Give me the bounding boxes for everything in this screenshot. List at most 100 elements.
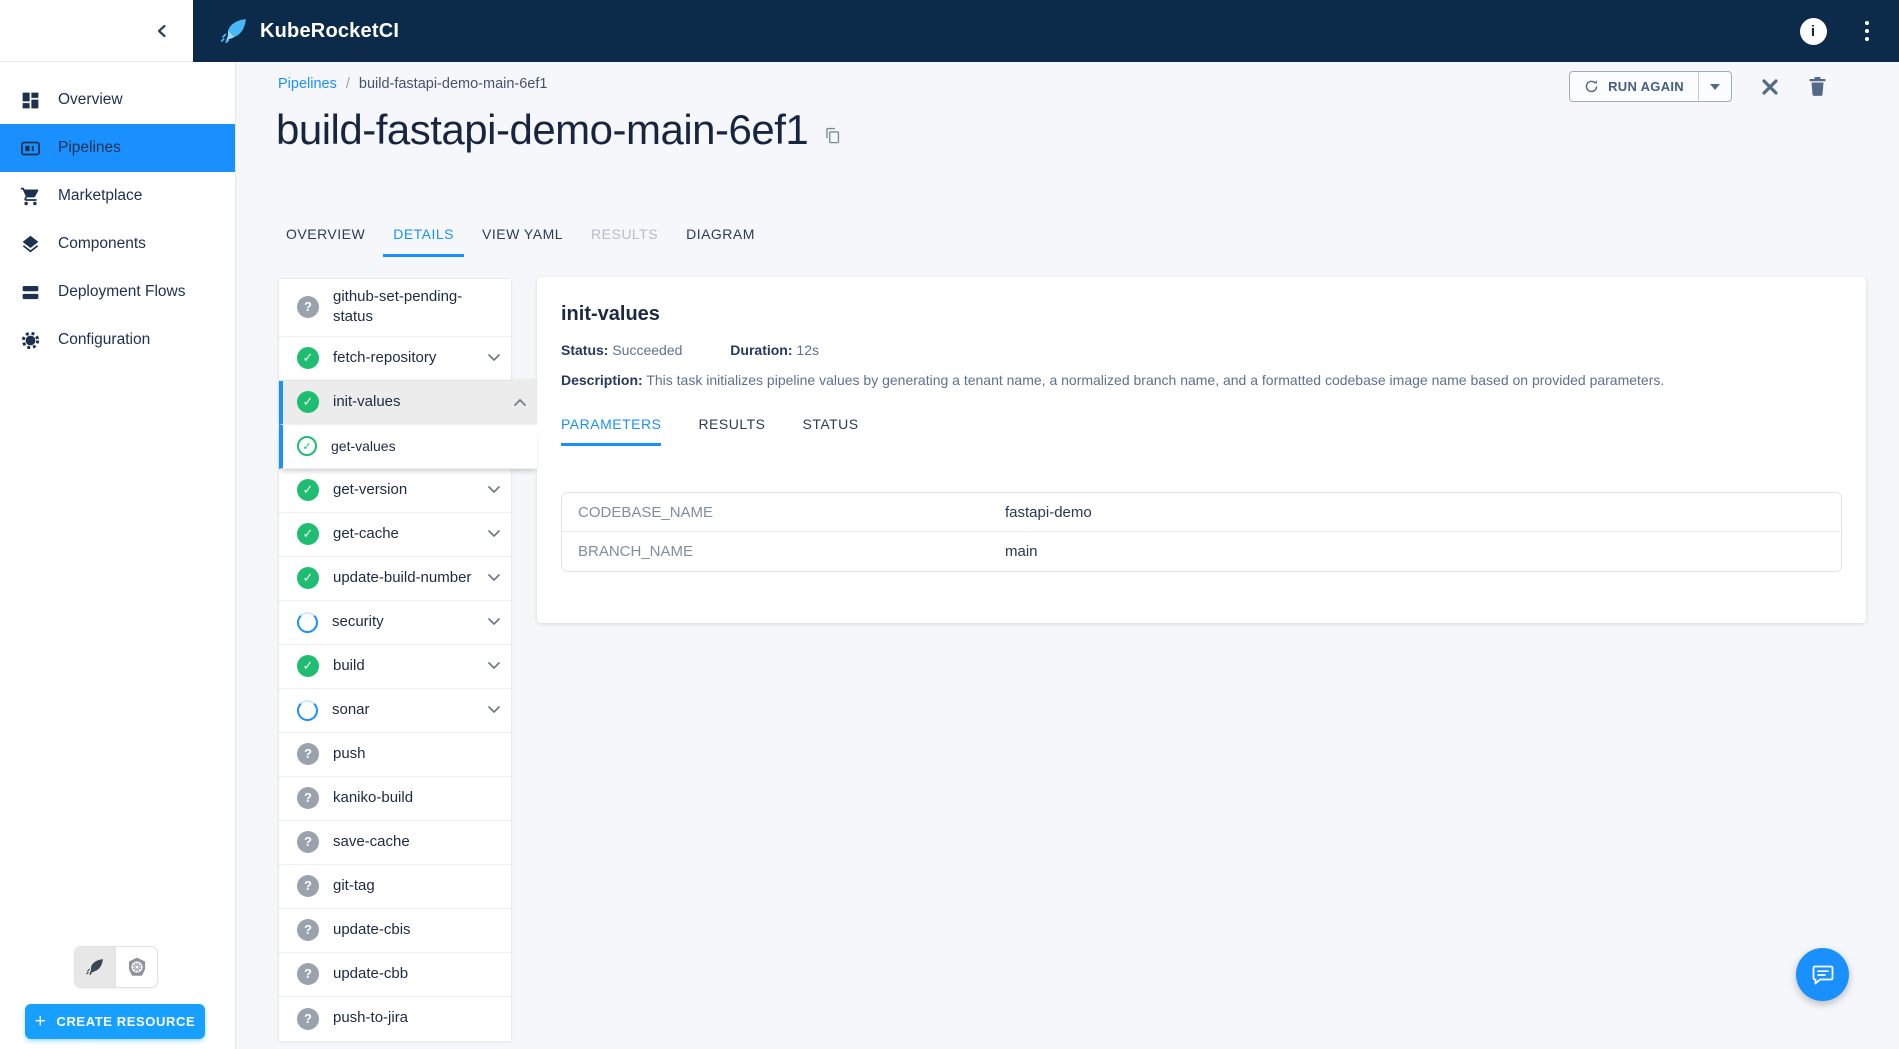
duration-value: 12s [796, 342, 819, 358]
parameter-row: CODEBASE_NAME fastapi-demo [562, 493, 1841, 532]
chevron-icon[interactable] [514, 398, 526, 406]
copy-icon [823, 126, 842, 145]
task-row[interactable]: update-cbb [279, 953, 511, 997]
task-row[interactable]: update-cbis [279, 909, 511, 953]
chevron-icon[interactable] [488, 706, 500, 714]
task-detail-title: init-values [561, 303, 1842, 326]
task-status-icon [297, 479, 319, 501]
view-toggle [74, 946, 158, 988]
tab-label: STATUS [802, 416, 858, 432]
parameter-name: BRANCH_NAME [578, 543, 1005, 560]
parameter-row: BRANCH_NAME main [562, 532, 1841, 571]
kubernetes-view-toggle-button[interactable] [116, 947, 157, 987]
task-row[interactable]: kaniko-build [279, 777, 511, 821]
chevron-icon[interactable] [488, 618, 500, 626]
task-row[interactable]: push [279, 733, 511, 777]
tab[interactable]: DIAGRAM [672, 222, 769, 257]
task-status-icon [297, 436, 317, 456]
sidebar-item-overview[interactable]: Overview [0, 76, 235, 124]
chevron-left-icon [156, 24, 167, 38]
tab[interactable]: STATUS [802, 416, 858, 446]
kebab-menu-button[interactable] [1861, 17, 1874, 46]
tab[interactable]: VIEW YAML [468, 222, 577, 257]
task-row[interactable]: get-cache [279, 513, 511, 557]
breadcrumb-pipelines-link[interactable]: Pipelines [278, 76, 337, 92]
sidebar-item-components[interactable]: Components [0, 220, 235, 268]
create-resource-label: CREATE RESOURCE [56, 1014, 195, 1029]
tab-label: OVERVIEW [286, 226, 365, 242]
task-status-icon [297, 700, 318, 721]
rocket-feather-logo-icon [219, 16, 249, 46]
info-button[interactable]: i [1800, 18, 1827, 45]
chevron-icon[interactable] [488, 486, 500, 494]
task-row[interactable]: git-tag [279, 865, 511, 909]
task-name: update-cbis [333, 912, 411, 948]
tab-label: VIEW YAML [482, 226, 563, 242]
task-row[interactable]: push-to-jira [279, 997, 511, 1041]
app-bar: KubeRocketCI i [193, 0, 1899, 62]
breadcrumb-separator: / [346, 76, 350, 92]
task-row[interactable]: update-build-number [279, 557, 511, 601]
tab[interactable]: RESULTS [577, 222, 672, 257]
parameter-name: CODEBASE_NAME [578, 504, 1005, 521]
sidebar-item-label: Pipelines [58, 139, 121, 157]
task-status-icon [297, 612, 318, 633]
task-row[interactable]: fetch-repository [279, 337, 511, 381]
task-status-icon [297, 655, 319, 677]
task-row[interactable]: get-version [279, 469, 511, 513]
collapse-sidebar-button[interactable] [156, 24, 167, 38]
task-name: init-values [333, 384, 401, 420]
run-again-split-button: RUN AGAIN [1569, 71, 1732, 102]
breadcrumb: Pipelines / build-fastapi-demo-main-6ef1 [278, 76, 547, 92]
task-row[interactable]: github-set-pending-status [279, 279, 511, 337]
task-row[interactable]: save-cache [279, 821, 511, 865]
task-row[interactable]: get-values [279, 425, 537, 469]
create-resource-button[interactable]: + CREATE RESOURCE [25, 1004, 205, 1039]
sidebar-item-marketplace[interactable]: Marketplace [0, 172, 235, 220]
task-name: security [332, 604, 384, 640]
chevron-icon[interactable] [488, 662, 500, 670]
sidebar-item-configuration[interactable]: Configuration [0, 316, 235, 364]
sidebar-item-label: Deployment Flows [58, 283, 186, 301]
rocket-view-toggle-button[interactable] [75, 947, 116, 987]
chevron-icon[interactable] [488, 574, 500, 582]
sidebar-item-deployment-flows[interactable]: Deployment Flows [0, 268, 235, 316]
task-row[interactable]: init-values [279, 381, 537, 425]
caret-down-icon [1710, 84, 1720, 90]
copy-name-button[interactable] [823, 126, 842, 145]
sidebar: Overview Pipelines Marketplace [0, 62, 236, 1049]
run-again-dropdown-button[interactable] [1698, 72, 1731, 101]
task-status-icon [297, 831, 319, 853]
parameter-value: fastapi-demo [1005, 504, 1092, 521]
tab[interactable]: PARAMETERS [561, 416, 661, 446]
sidebar-item-label: Configuration [58, 331, 150, 349]
sidebar-item-pipelines[interactable]: Pipelines [0, 124, 235, 172]
status-value: Succeeded [612, 342, 682, 358]
task-status-icon [297, 296, 319, 318]
abort-pipeline-button[interactable] [1760, 77, 1780, 97]
tab[interactable]: OVERVIEW [272, 222, 379, 257]
delete-pipeline-button[interactable] [1808, 76, 1827, 97]
run-again-label: RUN AGAIN [1608, 79, 1684, 94]
task-name: github-set-pending-status [333, 279, 481, 336]
task-status-icon [297, 523, 319, 545]
tab[interactable]: RESULTS [698, 416, 765, 446]
feedback-chat-button[interactable] [1796, 948, 1849, 1001]
task-status-icon [297, 1008, 319, 1030]
task-row[interactable]: security [279, 601, 511, 645]
task-detail-panel: init-values Status: Succeeded Duration: … [537, 277, 1866, 623]
chevron-icon[interactable] [488, 354, 500, 362]
task-description: Description: This task initializes pipel… [561, 372, 1842, 388]
task-name: get-cache [333, 516, 399, 552]
task-list: github-set-pending-status fetch-reposito… [278, 278, 512, 1042]
task-row[interactable]: build [279, 645, 511, 689]
task-row[interactable]: sonar [279, 689, 511, 733]
sidebar-item-label: Marketplace [58, 187, 142, 205]
run-again-button[interactable]: RUN AGAIN [1570, 72, 1698, 101]
description-text: This task initializes pipeline values by… [646, 372, 1664, 388]
task-name: update-cbb [333, 956, 408, 992]
main-content: Pipelines / build-fastapi-demo-main-6ef1… [236, 62, 1899, 1049]
chevron-icon[interactable] [488, 530, 500, 538]
tab[interactable]: DETAILS [379, 222, 468, 257]
sidebar-item-label: Overview [58, 91, 123, 109]
